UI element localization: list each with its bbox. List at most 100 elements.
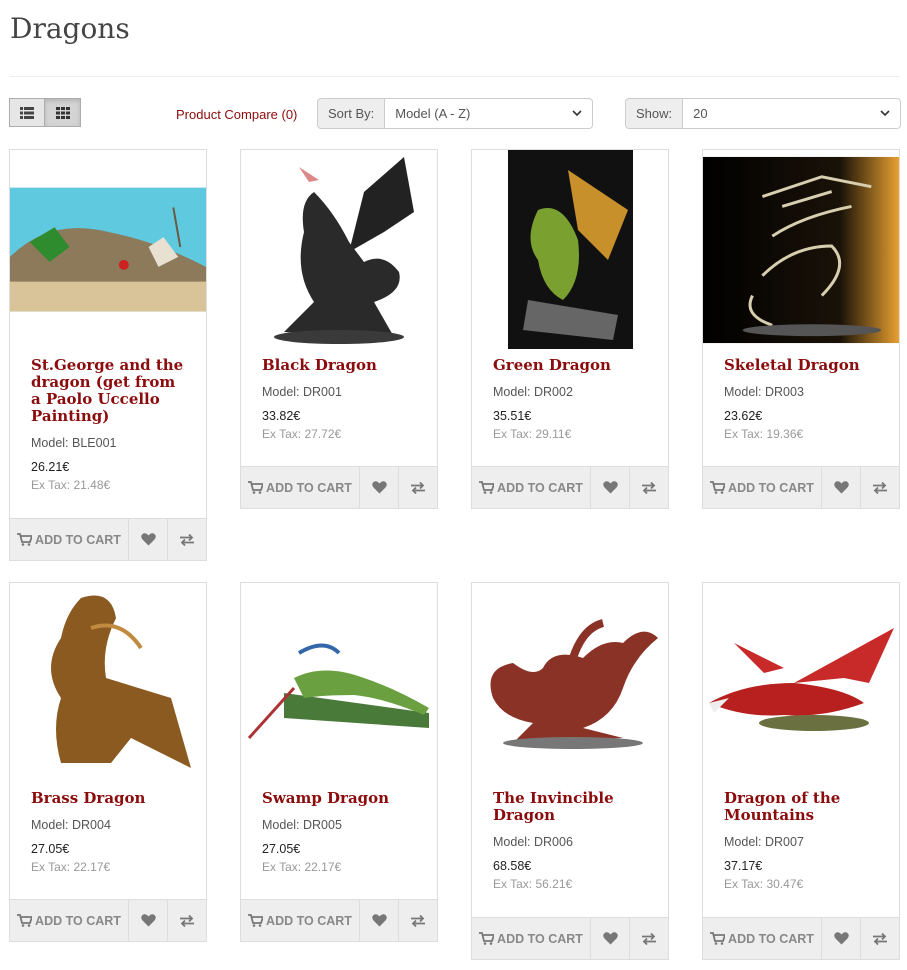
- wishlist-button[interactable]: [129, 519, 168, 560]
- add-to-cart-button[interactable]: ADD TO CART: [10, 900, 129, 941]
- wishlist-button[interactable]: [822, 918, 861, 959]
- cart-icon: [479, 481, 495, 494]
- product-image[interactable]: [472, 583, 668, 782]
- product-image[interactable]: [10, 150, 206, 349]
- grid-view-button[interactable]: [45, 98, 81, 127]
- product-card: Dragon of the Mountains Model: DR007 37.17…: [702, 582, 900, 960]
- wishlist-button[interactable]: [822, 467, 861, 508]
- grid-icon: [55, 106, 70, 119]
- list-view-button[interactable]: [9, 98, 45, 127]
- product-model: Model: DR006: [493, 835, 573, 849]
- cart-icon: [17, 914, 33, 927]
- wishlist-button[interactable]: [591, 467, 630, 508]
- product-price: 35.51€: [493, 409, 532, 423]
- show-select[interactable]: 20: [683, 98, 901, 129]
- product-image[interactable]: [241, 150, 437, 349]
- product-name[interactable]: The Invincible Dragon: [493, 790, 647, 824]
- product-price: 37.17€: [724, 859, 763, 873]
- product-card: Green Dragon Model: DR002 35.51€ Ex Tax: 29…: [471, 149, 669, 509]
- product-card: Skeletal Dragon Model: DR003 23.62€ Ex Tax:…: [702, 149, 900, 509]
- compare-button[interactable]: [168, 900, 206, 941]
- wishlist-button[interactable]: [129, 900, 168, 941]
- product-name[interactable]: Green Dragon: [493, 357, 647, 374]
- cart-icon: [17, 533, 33, 546]
- product-actions: ADD TO CART: [471, 466, 669, 509]
- product-actions: ADD TO CART: [240, 466, 438, 509]
- show-value: 20: [693, 106, 708, 121]
- compare-button[interactable]: [861, 918, 899, 959]
- product-model: Model: DR002: [493, 385, 573, 399]
- product-ex-tax: Ex Tax: 19.36€: [724, 427, 804, 441]
- compare-arrows-icon: [642, 932, 656, 945]
- compare-button[interactable]: [168, 519, 206, 560]
- product-name[interactable]: Swamp Dragon: [262, 790, 416, 807]
- compare-button[interactable]: [399, 900, 437, 941]
- heart-icon: [602, 932, 618, 945]
- product-image[interactable]: [10, 583, 206, 782]
- product-compare-link[interactable]: Product Compare (0): [176, 107, 297, 122]
- product-card: St.George and the dragon (get from a Pao…: [9, 149, 207, 561]
- product-actions: ADD TO CART: [9, 899, 207, 942]
- show-label: Show:: [625, 98, 684, 129]
- wishlist-button[interactable]: [591, 918, 630, 959]
- add-to-cart-label: ADD TO CART: [728, 480, 814, 495]
- compare-button[interactable]: [861, 467, 899, 508]
- product-actions: ADD TO CART: [702, 466, 900, 509]
- heart-icon: [140, 914, 156, 927]
- list-icon: [20, 106, 34, 119]
- heart-icon: [602, 481, 618, 494]
- add-to-cart-button[interactable]: ADD TO CART: [241, 467, 360, 508]
- add-to-cart-label: ADD TO CART: [266, 480, 352, 495]
- cart-icon: [248, 914, 264, 927]
- add-to-cart-button[interactable]: ADD TO CART: [472, 918, 591, 959]
- product-image[interactable]: [472, 150, 668, 349]
- add-to-cart-button[interactable]: ADD TO CART: [10, 519, 129, 560]
- sort-value: Model (A - Z): [395, 106, 471, 121]
- product-image[interactable]: [703, 583, 899, 782]
- product-model: Model: BLE001: [31, 436, 117, 450]
- cart-icon: [710, 932, 726, 945]
- heart-icon: [371, 481, 387, 494]
- product-ex-tax: Ex Tax: 30.47€: [724, 877, 804, 891]
- compare-button[interactable]: [630, 918, 668, 959]
- product-ex-tax: Ex Tax: 29.11€: [493, 427, 572, 441]
- page-title: Dragons: [10, 12, 130, 45]
- add-to-cart-button[interactable]: ADD TO CART: [472, 467, 591, 508]
- heart-icon: [833, 481, 849, 494]
- view-toggle: [9, 98, 81, 127]
- product-price: 23.62€: [724, 409, 763, 423]
- product-card: The Invincible Dragon Model: DR006 68.58€ E…: [471, 582, 669, 960]
- compare-button[interactable]: [630, 467, 668, 508]
- product-name[interactable]: Skeletal Dragon: [724, 357, 878, 374]
- chevron-down-icon: [880, 110, 890, 117]
- wishlist-button[interactable]: [360, 467, 399, 508]
- product-price: 33.82€: [262, 409, 301, 423]
- sort-control: Sort By: Model (A - Z): [317, 98, 593, 129]
- product-name[interactable]: Dragon of the Mountains: [724, 790, 878, 824]
- product-price: 27.05€: [262, 842, 301, 856]
- add-to-cart-label: ADD TO CART: [497, 931, 583, 946]
- add-to-cart-button[interactable]: ADD TO CART: [241, 900, 360, 941]
- divider: [10, 76, 900, 77]
- wishlist-button[interactable]: [360, 900, 399, 941]
- add-to-cart-label: ADD TO CART: [35, 913, 121, 928]
- product-image[interactable]: [703, 150, 899, 349]
- product-actions: ADD TO CART: [240, 899, 438, 942]
- compare-arrows-icon: [180, 914, 194, 927]
- product-name[interactable]: Brass Dragon: [31, 790, 185, 807]
- add-to-cart-label: ADD TO CART: [497, 480, 583, 495]
- product-card: Swamp Dragon Model: DR005 27.05€ Ex Tax: 22…: [240, 582, 438, 942]
- cart-icon: [248, 481, 264, 494]
- product-name[interactable]: St.George and the dragon (get from a Pao…: [31, 357, 185, 425]
- product-actions: ADD TO CART: [471, 917, 669, 960]
- sort-select[interactable]: Model (A - Z): [385, 98, 593, 129]
- product-image[interactable]: [241, 583, 437, 782]
- chevron-down-icon: [572, 110, 582, 117]
- add-to-cart-label: ADD TO CART: [266, 913, 352, 928]
- product-name[interactable]: Black Dragon: [262, 357, 416, 374]
- add-to-cart-button[interactable]: ADD TO CART: [703, 467, 822, 508]
- add-to-cart-button[interactable]: ADD TO CART: [703, 918, 822, 959]
- product-ex-tax: Ex Tax: 56.21€: [493, 877, 573, 891]
- compare-button[interactable]: [399, 467, 437, 508]
- product-model: Model: DR007: [724, 835, 804, 849]
